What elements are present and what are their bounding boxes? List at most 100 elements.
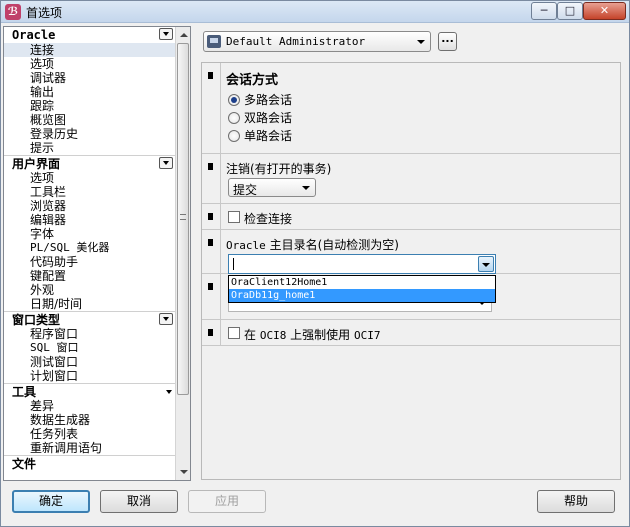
radio-label: 单路会话	[244, 129, 293, 143]
section-marker-icon	[208, 239, 213, 246]
chevron-down-icon	[417, 40, 425, 44]
section-header-window-types[interactable]: 窗口类型	[4, 311, 176, 327]
section-title: Oracle	[12, 28, 56, 42]
category-item[interactable]: 数据生成器	[4, 413, 176, 427]
category-item[interactable]: 键配置	[4, 269, 176, 283]
category-item[interactable]: 浏览器	[4, 199, 176, 213]
profile-value: Default Administrator	[226, 35, 366, 48]
section-header-files[interactable]: 文件	[4, 455, 176, 471]
close-button[interactable]: ✕	[583, 2, 626, 20]
category-item[interactable]: 代码助手	[4, 255, 176, 269]
category-item[interactable]: 提示	[4, 141, 176, 155]
category-item[interactable]: 重新调用语句	[4, 441, 176, 455]
category-item[interactable]: 编辑器	[4, 213, 176, 227]
category-item[interactable]: 差异	[4, 399, 176, 413]
section-title: 文件	[12, 457, 37, 471]
category-panel: Oracle 连接 选项 调试器 输出 跟踪 概览图 登录历史 提示 用户界面 选项 工具栏 浏览器 编辑…	[3, 26, 191, 481]
oracle-home-dropdown-button[interactable]	[478, 256, 494, 272]
radio-label: 多路会话	[244, 93, 293, 107]
chevron-down-icon	[482, 263, 490, 267]
section-title: 窗口类型	[12, 313, 61, 327]
category-item[interactable]: 连接	[4, 43, 176, 57]
scrollbar-thumb[interactable]	[177, 43, 189, 395]
preferences-window: ℬ 首选项 ─ □ ✕ Oracle 连接 选项 调试器 输出 跟踪 概览图 登录历史 提示 用户…	[0, 0, 630, 527]
category-item[interactable]: 登录历史	[4, 127, 176, 141]
radio-label: 双路会话	[244, 111, 293, 125]
category-item[interactable]: 工具栏	[4, 185, 176, 199]
section-header-tools[interactable]: 工具	[4, 383, 176, 399]
scroll-up-icon[interactable]	[180, 33, 188, 37]
profile-select[interactable]: Default Administrator	[203, 31, 431, 52]
category-item[interactable]: 外观	[4, 283, 176, 297]
section-title: 工具	[12, 385, 37, 399]
section-title: 用户界面	[12, 157, 61, 171]
oracle-home-label: Oracle 主目录名(自动检测为空)	[226, 238, 399, 252]
logoff-select[interactable]: 提交	[228, 178, 316, 197]
oci7-checkbox[interactable]	[228, 327, 240, 339]
profile-icon	[207, 35, 221, 48]
maximize-button[interactable]: □	[557, 2, 583, 20]
category-list: Oracle 连接 选项 调试器 输出 跟踪 概览图 登录历史 提示 用户界面 选项 工具栏 浏览器 编辑…	[4, 27, 176, 480]
check-connection-checkbox[interactable]	[228, 211, 240, 223]
chevron-down-icon[interactable]	[166, 390, 172, 394]
collapse-icon[interactable]	[159, 157, 173, 169]
category-scrollbar[interactable]	[175, 27, 190, 480]
dropdown-item[interactable]: OraClient12Home1	[229, 276, 495, 289]
collapse-icon[interactable]	[159, 28, 173, 40]
category-item[interactable]: 概览图	[4, 113, 176, 127]
chevron-down-icon	[302, 186, 310, 190]
cancel-button[interactable]: 取消	[100, 490, 178, 513]
logoff-value: 提交	[233, 183, 258, 197]
section-marker-icon	[208, 163, 213, 170]
category-item[interactable]: 日期/时间	[4, 297, 176, 311]
section-header-user-interface[interactable]: 用户界面	[4, 155, 176, 171]
scroll-down-icon[interactable]	[180, 470, 188, 474]
oracle-home-combo[interactable]	[228, 254, 496, 274]
help-button[interactable]: 帮助	[537, 490, 615, 513]
connection-settings: 会话方式 多路会话 双路会话 单路会话 注销(有打开的事务) 提交 检查连接 O…	[201, 62, 621, 480]
section-marker-icon	[208, 283, 213, 290]
section-marker-icon	[208, 72, 213, 79]
category-item[interactable]: 选项	[4, 57, 176, 71]
app-icon: ℬ	[5, 4, 21, 20]
check-connection-group: 检查连接	[202, 204, 620, 230]
category-item[interactable]: 跟踪	[4, 99, 176, 113]
oci7-label: 在 OCI8 上强制使用 OCI7	[244, 328, 381, 342]
dropdown-item-highlighted[interactable]: OraDb11g_home1	[229, 289, 495, 302]
logoff-group: 注销(有打开的事务) 提交	[202, 154, 620, 204]
radio-button[interactable]	[228, 130, 240, 142]
category-item[interactable]: PL/SQL 美化器	[4, 241, 176, 255]
radio-button[interactable]	[228, 94, 240, 106]
minimize-button[interactable]: ─	[531, 2, 557, 20]
session-mode-group: 会话方式 多路会话 双路会话 单路会话	[202, 63, 620, 154]
radio-button[interactable]	[228, 112, 240, 124]
category-item[interactable]: 任务列表	[4, 427, 176, 441]
oci7-group: 在 OCI8 上强制使用 OCI7	[202, 320, 620, 346]
title-bar[interactable]: ℬ 首选项 ─ □ ✕	[1, 1, 629, 23]
grip-icon	[180, 214, 186, 220]
category-item[interactable]: 选项	[4, 171, 176, 185]
session-mode-title: 会话方式	[226, 73, 279, 88]
logoff-label: 注销(有打开的事务)	[226, 162, 332, 176]
category-item[interactable]: 输出	[4, 85, 176, 99]
collapse-icon[interactable]	[159, 313, 173, 325]
profile-more-button[interactable]: ...	[438, 32, 457, 51]
apply-button[interactable]: 应用	[188, 490, 266, 513]
profile-row: Default Administrator ...	[203, 31, 463, 53]
category-item[interactable]: 调试器	[4, 71, 176, 85]
window-title: 首选项	[26, 6, 63, 20]
category-item[interactable]: 测试窗口	[4, 355, 176, 369]
section-header-oracle[interactable]: Oracle	[4, 27, 176, 43]
category-item[interactable]: 字体	[4, 227, 176, 241]
section-marker-icon	[208, 329, 213, 336]
text-caret	[233, 258, 234, 270]
category-item[interactable]: SQL 窗口	[4, 341, 176, 355]
oracle-home-group: Oracle 主目录名(自动检测为空) OraClient12Home1 Ora…	[202, 230, 620, 303]
section-marker-icon	[208, 213, 213, 220]
oracle-home-dropdown-list: OraClient12Home1 OraDb11g_home1	[228, 275, 496, 303]
check-connection-label: 检查连接	[244, 212, 293, 226]
ok-button[interactable]: 确定	[12, 490, 90, 513]
settings-area: Default Administrator ... 会话方式 多路会话 双路会话	[197, 26, 625, 481]
category-item[interactable]: 计划窗口	[4, 369, 176, 383]
category-item[interactable]: 程序窗口	[4, 327, 176, 341]
